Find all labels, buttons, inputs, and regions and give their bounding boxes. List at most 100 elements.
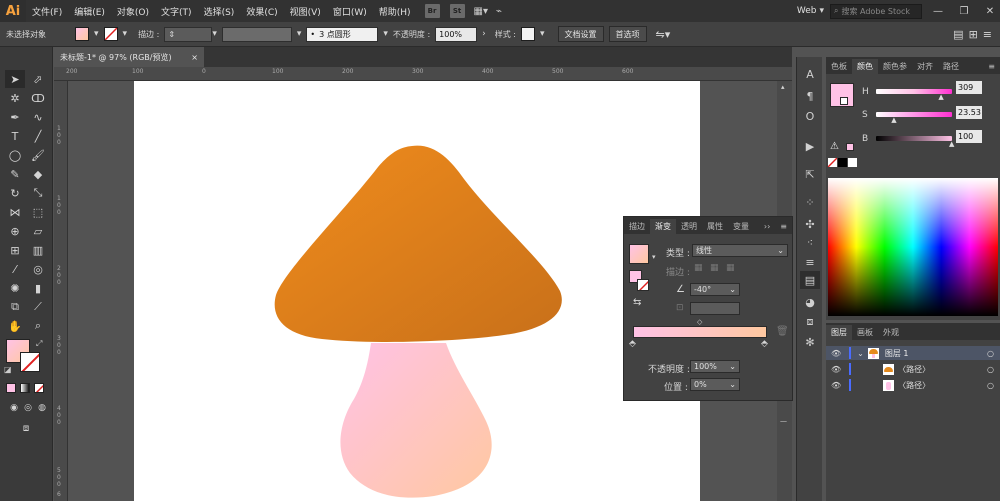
tab-variables[interactable]: 变量 xyxy=(728,219,754,234)
chevron-up-icon[interactable]: ▴ xyxy=(781,83,785,91)
close-window-icon[interactable]: ✕ xyxy=(980,6,1000,17)
tab-gradient[interactable]: 渐变 xyxy=(650,219,676,234)
artboard-tool-icon[interactable]: ⧉ xyxy=(5,298,25,316)
tab-transparency[interactable]: 透明 xyxy=(676,219,702,234)
bridge-icon[interactable]: Br xyxy=(424,4,440,18)
artboard[interactable] xyxy=(134,81,700,501)
close-tab-icon[interactable]: × xyxy=(191,53,198,62)
saturation-input[interactable]: 23.53 xyxy=(956,106,982,119)
ellipse-tool-icon[interactable]: ◯ xyxy=(5,146,25,164)
aspect-ratio-input[interactable] xyxy=(690,302,740,315)
type-tool-icon[interactable]: T xyxy=(5,127,25,145)
default-colors-icon[interactable]: ◪ xyxy=(4,365,12,374)
color-spectrum[interactable] xyxy=(828,178,998,316)
tab-color-guide[interactable]: 颜色参 xyxy=(878,59,912,74)
mushroom-cap-path[interactable] xyxy=(274,145,562,342)
gradient-slider[interactable] xyxy=(633,326,767,338)
app-logo[interactable]: Ai xyxy=(0,0,26,22)
tab-align[interactable]: 对齐 xyxy=(912,59,938,74)
free-transform-tool-icon[interactable]: ⬚ xyxy=(28,203,48,221)
stroke-preview-swatch[interactable] xyxy=(840,97,848,105)
eraser-tool-icon[interactable]: ◆ xyxy=(28,165,48,183)
chevron-down-icon[interactable]: ▾ xyxy=(540,29,545,39)
mushroom-stem-path[interactable] xyxy=(340,343,492,498)
zoom-tool-icon[interactable]: ⌕ xyxy=(28,317,48,335)
layer-row[interactable]: 👁 ⌄ 图层 1 ○ xyxy=(826,346,1000,360)
scale-tool-icon[interactable]: ⤡ xyxy=(28,184,48,202)
transparency-panel-icon[interactable]: ◕ xyxy=(800,293,820,311)
magic-wand-tool-icon[interactable]: ✲ xyxy=(5,89,25,107)
stroke-color-swatch[interactable] xyxy=(20,352,40,372)
saturation-thumb-icon[interactable]: ▲ xyxy=(891,116,896,124)
graphic-styles-icon[interactable]: ⁖ xyxy=(800,233,820,251)
menu-type[interactable]: 文字(T) xyxy=(155,5,198,18)
preferences-button[interactable]: 首选项 xyxy=(608,26,647,42)
stroke-panel-icon[interactable]: ≡ xyxy=(800,253,820,271)
document-tab[interactable]: 未标题-1* @ 97% (RGB/预览) × xyxy=(54,47,204,67)
start-color-stop-icon[interactable]: ⬘ xyxy=(629,339,636,349)
in-gamut-color-swatch[interactable] xyxy=(846,143,854,151)
align-icon[interactable]: ▤ xyxy=(953,28,963,41)
arrange-icon[interactable]: ⇋▾ xyxy=(656,28,671,41)
actions-panel-icon[interactable]: ▶ xyxy=(800,137,820,155)
restore-icon[interactable]: ❐ xyxy=(954,6,974,17)
graphic-style-swatch[interactable] xyxy=(521,27,536,41)
menu-file[interactable]: 文件(F) xyxy=(26,5,68,18)
variable-width-profile[interactable] xyxy=(221,26,292,42)
target-circle-icon[interactable]: ○ xyxy=(987,365,994,374)
gradient-preview-swatch[interactable] xyxy=(629,244,649,264)
hand-tool-icon[interactable]: ✋ xyxy=(5,317,25,335)
shaper-tool-icon[interactable]: ✎ xyxy=(5,165,25,183)
character-panel-icon[interactable]: A xyxy=(800,65,820,83)
chevron-down-icon[interactable]: ▾ xyxy=(297,29,302,39)
none-mode-button[interactable] xyxy=(34,383,44,393)
tab-pathfinder[interactable]: 路径 xyxy=(938,59,964,74)
saturation-slider[interactable] xyxy=(876,112,952,117)
blend-tool-icon[interactable]: ◎ xyxy=(28,260,48,278)
tab-swatches[interactable]: 色板 xyxy=(826,59,852,74)
width-tool-icon[interactable]: ⋈ xyxy=(5,203,25,221)
stroke-along-icon[interactable]: ▦ xyxy=(710,263,719,273)
menu-help[interactable]: 帮助(H) xyxy=(373,5,417,18)
paintbrush-tool-icon[interactable]: 🖌 xyxy=(28,146,48,164)
symbol-sprayer-tool-icon[interactable]: ✺ xyxy=(5,279,25,297)
menu-view[interactable]: 视图(V) xyxy=(284,5,327,18)
gradient-mode-button[interactable] xyxy=(20,383,30,393)
fill-swatch[interactable] xyxy=(75,27,89,41)
midpoint-diamond-icon[interactable]: ◇ xyxy=(697,318,702,326)
swap-fill-stroke-icon[interactable]: ⤢ xyxy=(36,339,42,349)
brush-definition-dropdown[interactable]: • 3 点圆形 xyxy=(306,26,379,42)
minimize-icon[interactable]: — xyxy=(928,6,948,17)
mesh-tool-icon[interactable]: ⊞ xyxy=(5,241,25,259)
workspace-switcher[interactable]: Web ▾ xyxy=(797,6,824,16)
export-assets-icon[interactable]: ⇱ xyxy=(800,165,820,183)
expand-panels-icon[interactable]: ›› xyxy=(759,219,775,234)
document-setup-button[interactable]: 文档设置 xyxy=(557,26,604,42)
shape-builder-tool-icon[interactable]: ⊕ xyxy=(5,222,25,240)
stroke-across-icon[interactable]: ▦ xyxy=(726,263,735,273)
panel-menu-icon[interactable]: ≡ xyxy=(775,219,792,234)
stock-search-input[interactable]: ⌕ 搜索 Adobe Stock xyxy=(830,3,922,19)
delete-stop-icon[interactable]: 🗑 xyxy=(776,326,789,337)
chevron-down-icon[interactable]: ▾ xyxy=(123,29,128,39)
stroke-swatch[interactable] xyxy=(103,27,118,41)
hue-thumb-icon[interactable]: ▲ xyxy=(938,93,943,101)
target-circle-icon[interactable]: ○ xyxy=(987,349,994,358)
none-color-icon[interactable] xyxy=(828,158,837,167)
tab-attributes[interactable]: 属性 xyxy=(702,219,728,234)
perspective-grid-tool-icon[interactable]: ▱ xyxy=(28,222,48,240)
selection-tool-icon[interactable]: ➤ xyxy=(5,70,25,88)
opacity-input[interactable]: 100% xyxy=(435,26,478,42)
visibility-eye-icon[interactable]: 👁 xyxy=(831,349,841,358)
white-color-swatch[interactable] xyxy=(848,158,857,167)
tab-stroke[interactable]: 描边 xyxy=(624,219,650,234)
line-tool-icon[interactable]: ╱ xyxy=(28,127,48,145)
menu-edit[interactable]: 编辑(E) xyxy=(68,5,111,18)
end-color-stop-icon[interactable]: ⬘ xyxy=(761,339,768,349)
brightness-input[interactable]: 100 xyxy=(956,130,982,143)
chevron-down-icon[interactable]: ▾ xyxy=(94,29,99,39)
menu-window[interactable]: 窗口(W) xyxy=(327,5,373,18)
chevron-right-icon[interactable]: › xyxy=(482,29,486,39)
slice-tool-icon[interactable]: ⟋ xyxy=(28,298,48,316)
arrange-documents-icon[interactable]: ▦▾ xyxy=(474,6,488,17)
